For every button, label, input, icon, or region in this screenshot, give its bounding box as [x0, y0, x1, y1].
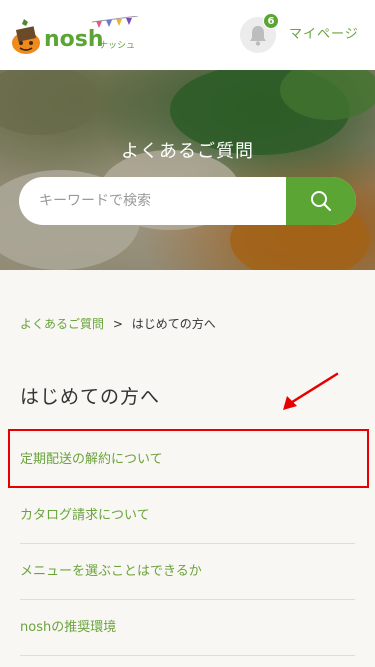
- search-button[interactable]: [286, 177, 356, 225]
- nosh-logo[interactable]: nosh ナッシュ: [10, 16, 150, 56]
- section-title: はじめての方へ: [20, 386, 161, 408]
- breadcrumb-current: はじめての方へ: [131, 317, 216, 331]
- mypage-link[interactable]: マイページ: [289, 23, 359, 42]
- arrow-annotation-icon: [283, 372, 339, 410]
- notification-count-badge: 6: [263, 13, 279, 29]
- faq-item-recommended-environment[interactable]: noshの推奨環境: [20, 600, 355, 656]
- app-header: nosh ナッシュ 6 マイページ: [0, 0, 375, 70]
- search-bar: [19, 177, 356, 225]
- page-title: よくあるご質問: [121, 141, 254, 162]
- svg-text:ナッシュ: ナッシュ: [99, 40, 135, 51]
- search-icon: [311, 191, 331, 211]
- hero-banner: よくあるご質問: [0, 70, 375, 270]
- breadcrumb-separator: >: [112, 317, 123, 331]
- breadcrumb: よくあるご質問 > はじめての方へ: [20, 315, 216, 332]
- svg-text:nosh: nosh: [44, 27, 104, 52]
- breadcrumb-link-faq[interactable]: よくあるご質問: [20, 317, 104, 331]
- search-input[interactable]: [19, 177, 286, 225]
- faq-item-catalog-request[interactable]: カタログ請求について: [20, 488, 355, 544]
- faq-item-choose-menu[interactable]: メニューを選ぶことはできるか: [20, 544, 355, 600]
- hero-overlay: [0, 70, 375, 270]
- highlight-annotation: [8, 429, 369, 488]
